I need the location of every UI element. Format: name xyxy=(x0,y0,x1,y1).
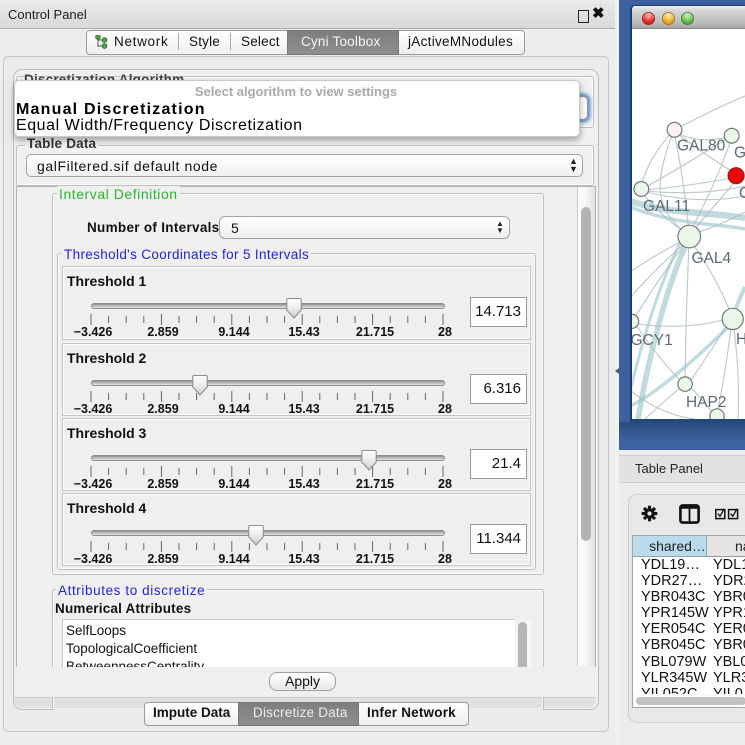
svg-text:GA: GA xyxy=(734,145,745,162)
svg-text:GAL11: GAL11 xyxy=(643,198,690,215)
svg-text:HAP2: HAP2 xyxy=(686,394,727,411)
svg-text:GAL80: GAL80 xyxy=(677,138,726,155)
svg-text:GCY1: GCY1 xyxy=(632,332,673,349)
svg-text:GAL4: GAL4 xyxy=(692,250,732,267)
svg-text:H: H xyxy=(736,331,745,348)
svg-text:C: C xyxy=(739,185,745,202)
